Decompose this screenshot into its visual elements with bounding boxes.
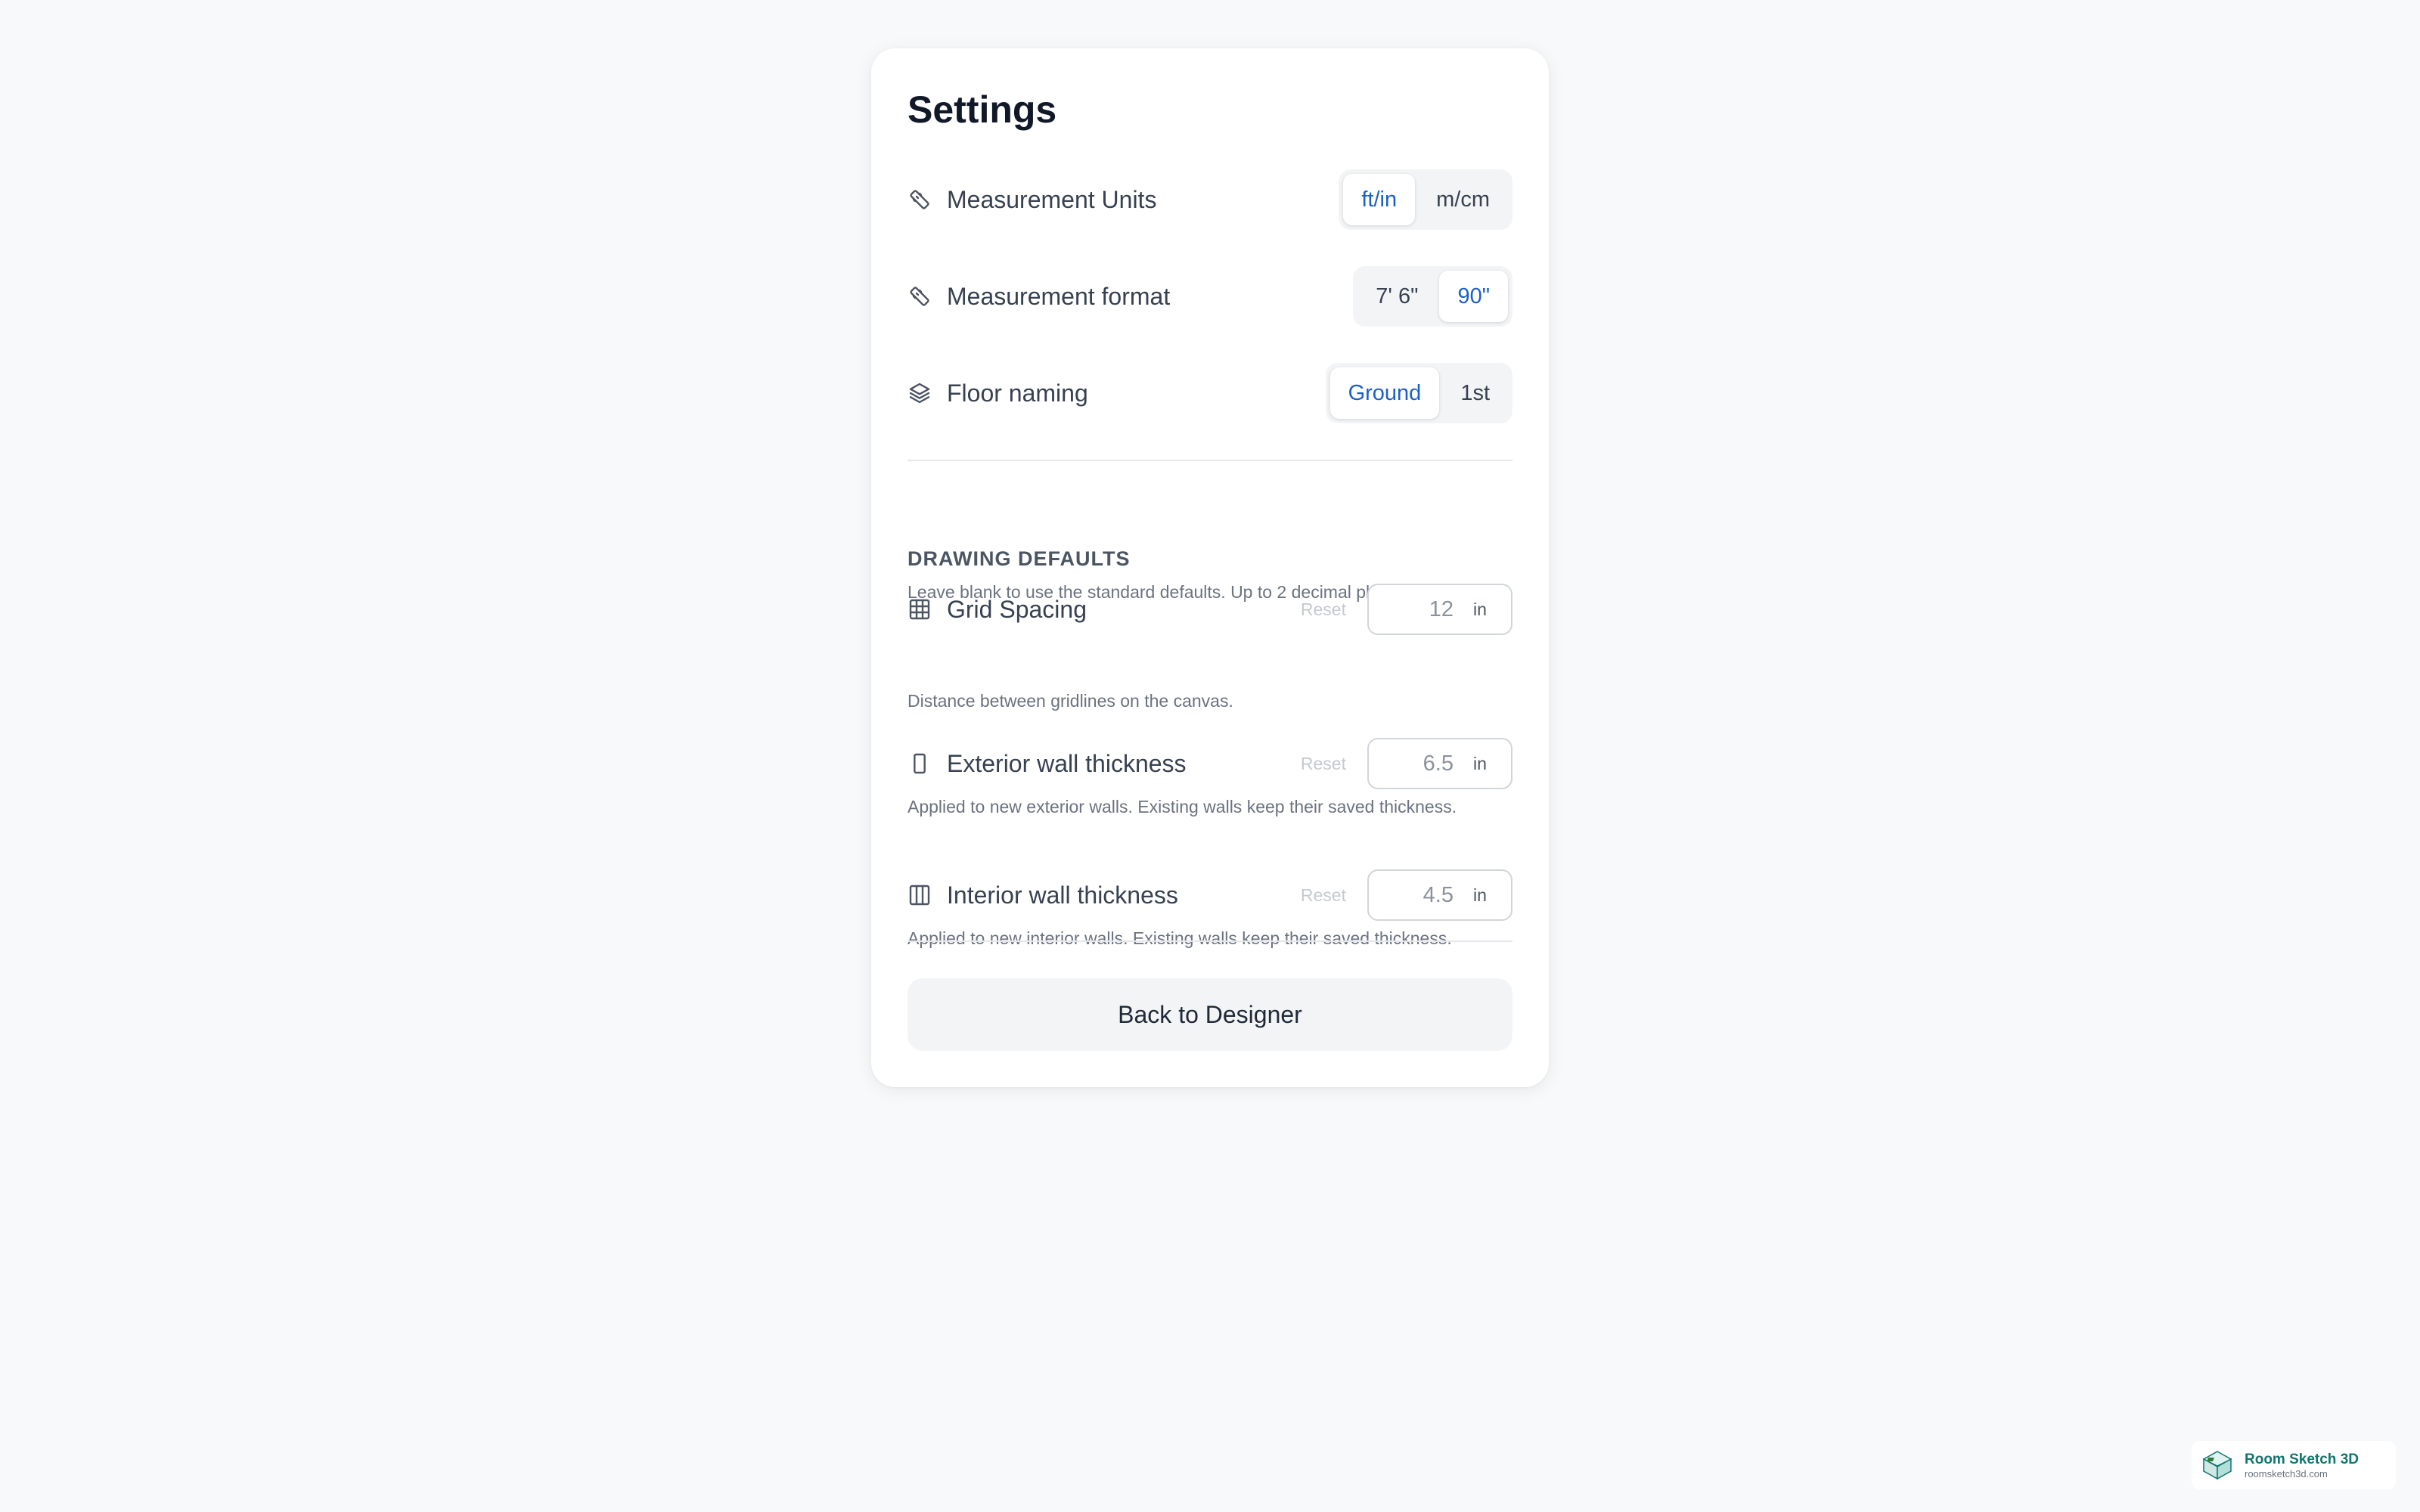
interior-wall-input[interactable] — [1369, 882, 1460, 908]
badge-url: roomsketch3d.com — [2245, 1467, 2328, 1479]
interior-wall-help: Applied to new interior walls. Existing … — [908, 928, 1452, 948]
back-to-designer-button[interactable]: Back to Designer — [908, 978, 1512, 1051]
floor-option-ground[interactable]: Ground — [1329, 367, 1440, 419]
measurement-units-row: Measurement Units ft/in m/cm — [908, 169, 1512, 230]
exterior-wall-input[interactable] — [1369, 751, 1460, 776]
interior-wall-row: Interior wall thickness Reset in — [908, 869, 1512, 921]
settings-card: Settings Measurement Units ft/in m/cm Me… — [871, 48, 1549, 1087]
exterior-wall-unit: in — [1473, 753, 1487, 773]
measurement-format-label: Measurement format — [947, 282, 1171, 310]
divider — [908, 460, 1512, 461]
interior-wall-label: Interior wall thickness — [947, 881, 1178, 909]
grid-spacing-reset-button[interactable]: Reset — [1301, 600, 1346, 620]
format-option-feet-inches[interactable]: 7' 6" — [1357, 271, 1436, 322]
interior-wall-reset-button[interactable]: Reset — [1301, 885, 1346, 906]
exterior-wall-help: Applied to new exterior walls. Existing … — [908, 797, 1457, 816]
floor-naming-toggle: Ground 1st — [1325, 363, 1512, 423]
exterior-wall-label: Exterior wall thickness — [947, 749, 1187, 777]
ruler-icon — [908, 284, 932, 308]
grid-spacing-help: Distance between gridlines on the canvas… — [908, 691, 1233, 711]
grid-icon — [908, 597, 932, 621]
layers-icon — [908, 381, 932, 405]
floor-naming-row: Floor naming Ground 1st — [908, 363, 1512, 423]
exterior-wall-field: in — [1367, 738, 1512, 789]
floor-option-1st[interactable]: 1st — [1442, 367, 1508, 419]
floor-naming-label: Floor naming — [947, 379, 1088, 407]
interior-wall-unit: in — [1473, 885, 1487, 905]
columns-icon — [908, 883, 932, 907]
measurement-format-toggle: 7' 6" 90" — [1353, 266, 1512, 327]
interior-wall-field: in — [1367, 869, 1512, 921]
measurement-format-row: Measurement format 7' 6" 90" — [908, 266, 1512, 327]
measurement-units-label: Measurement Units — [947, 185, 1157, 213]
units-option-ft-in[interactable]: ft/in — [1343, 174, 1416, 225]
ruler-icon — [908, 187, 932, 212]
grid-spacing-unit: in — [1473, 599, 1487, 619]
exterior-wall-row: Exterior wall thickness Reset in — [908, 738, 1512, 789]
page-title: Settings — [908, 88, 1057, 131]
grid-spacing-field: in — [1367, 584, 1512, 635]
exterior-wall-reset-button[interactable]: Reset — [1301, 754, 1346, 774]
grid-spacing-row: Grid Spacing Reset in — [908, 584, 1512, 635]
grid-spacing-label: Grid Spacing — [947, 595, 1087, 623]
measurement-units-toggle: ft/in m/cm — [1339, 169, 1512, 230]
badge-app-name: Room Sketch 3D — [2245, 1451, 2359, 1467]
room-sketch-logo-icon — [2199, 1447, 2235, 1483]
units-option-m-cm[interactable]: m/cm — [1418, 174, 1508, 225]
drawing-defaults-heading: DRAWING DEFAULTS — [908, 547, 1131, 570]
divider — [908, 940, 1512, 942]
grid-spacing-input[interactable] — [1369, 596, 1460, 622]
brand-badge[interactable]: Room Sketch 3D roomsketch3d.com — [2192, 1441, 2396, 1489]
format-option-inches[interactable]: 90" — [1439, 271, 1508, 322]
wall-icon — [908, 751, 932, 776]
